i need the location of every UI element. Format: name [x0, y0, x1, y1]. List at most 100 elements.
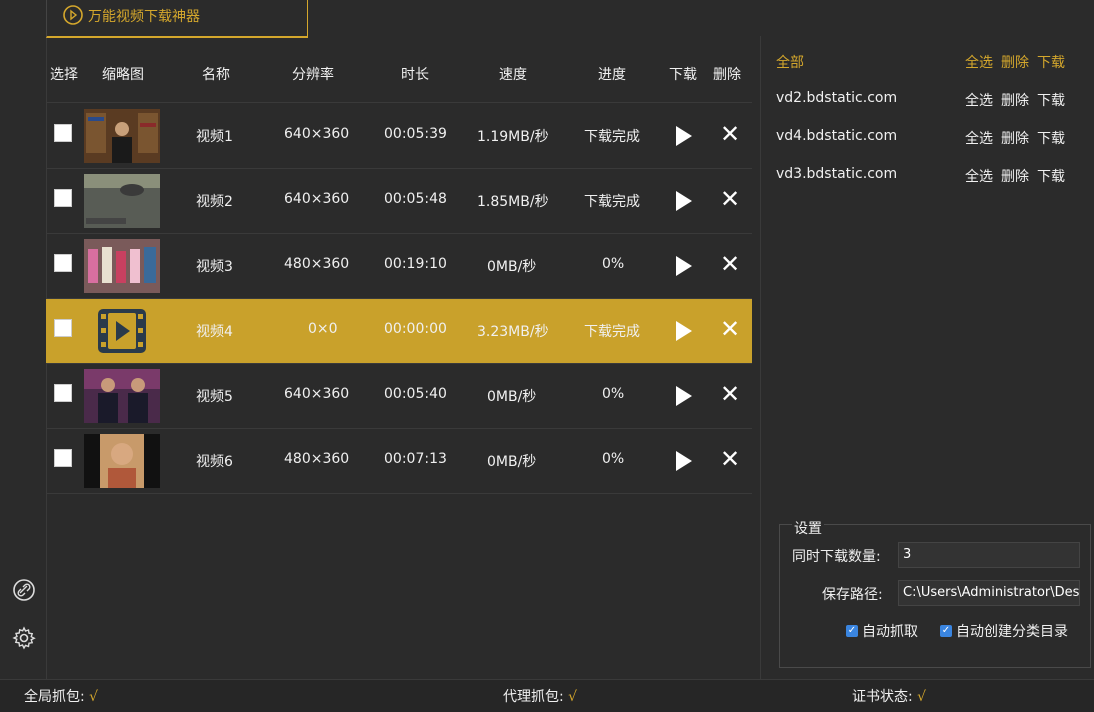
- delete-button[interactable]: 删除: [1001, 169, 1029, 185]
- cert-value: √: [917, 689, 927, 705]
- video-name: 视频4: [196, 324, 233, 340]
- host-item[interactable]: vd2.bdstatic.com: [776, 90, 897, 106]
- row-checkbox[interactable]: [54, 384, 72, 402]
- global-capture-value: √: [89, 689, 99, 705]
- host-item[interactable]: vd4.bdstatic.com: [776, 128, 897, 144]
- video-speed: 0MB/秒: [487, 389, 537, 405]
- video-duration: 00:05:40: [384, 386, 447, 402]
- row-checkbox[interactable]: [54, 319, 72, 337]
- video-name: 视频2: [196, 194, 233, 210]
- header-resolution: 分辨率: [292, 67, 334, 83]
- proxy-capture-value: √: [568, 689, 578, 705]
- video-name: 视频3: [196, 259, 233, 275]
- video-resolution: 640×360: [284, 386, 350, 402]
- video-duration: 00:07:13: [384, 451, 447, 467]
- download-button[interactable]: 下载: [1037, 131, 1065, 147]
- video-thumbnail: [84, 109, 160, 163]
- table-row[interactable]: 视频5 640×360 00:05:40 0MB/秒 0% ✕: [46, 364, 752, 429]
- close-icon[interactable]: ✕: [718, 122, 742, 146]
- video-resolution: 480×360: [284, 256, 350, 272]
- download-button[interactable]: 下载: [1037, 169, 1065, 185]
- cert-status: 证书状态: √: [852, 686, 926, 706]
- video-speed: 0MB/秒: [487, 259, 537, 275]
- play-icon[interactable]: [676, 451, 692, 471]
- select-all-button[interactable]: 全选: [965, 131, 993, 147]
- delete-button[interactable]: 删除: [1001, 93, 1029, 109]
- video-duration: 00:05:48: [384, 191, 447, 207]
- header-name: 名称: [202, 67, 230, 83]
- play-icon[interactable]: [676, 386, 692, 406]
- save-path-input[interactable]: C:\Users\Administrator\Des: [898, 580, 1080, 606]
- select-all-button[interactable]: 全选: [965, 93, 993, 109]
- table-row[interactable]: 视频3 480×360 00:19:10 0MB/秒 0% ✕: [46, 234, 752, 299]
- host-actions: 全选 删除 下载: [965, 128, 1073, 148]
- video-thumbnail: [84, 174, 160, 228]
- video-resolution: 480×360: [284, 451, 350, 467]
- video-progress: 0%: [602, 386, 625, 402]
- host-item[interactable]: vd3.bdstatic.com: [776, 166, 897, 182]
- settings-title: 设置: [792, 518, 824, 538]
- video-thumbnail: [84, 369, 160, 423]
- video-progress: 0%: [602, 451, 625, 467]
- close-icon[interactable]: ✕: [718, 187, 742, 211]
- close-icon[interactable]: ✕: [718, 317, 742, 341]
- auto-capture-label: 自动抓取: [862, 624, 918, 640]
- video-thumbnail: [84, 434, 160, 488]
- table-row[interactable]: 视频2 640×360 00:05:48 1.85MB/秒 下载完成 ✕: [46, 169, 752, 234]
- download-button[interactable]: 下载: [1037, 93, 1065, 109]
- video-name: 视频1: [196, 129, 233, 145]
- row-checkbox[interactable]: [54, 449, 72, 467]
- header-download: 下载: [669, 67, 697, 83]
- link-icon[interactable]: [12, 578, 36, 602]
- auto-folder-checkbox[interactable]: ✓: [940, 625, 952, 637]
- play-icon[interactable]: [676, 256, 692, 276]
- header-delete: 删除: [713, 67, 741, 83]
- row-checkbox[interactable]: [54, 124, 72, 142]
- table-row[interactable]: 视频1 640×360 00:05:39 1.19MB/秒 下载完成 ✕: [46, 104, 752, 169]
- header-select: 选择: [50, 67, 78, 83]
- host-all[interactable]: 全部: [776, 52, 804, 72]
- header-progress: 进度: [598, 67, 626, 83]
- close-icon[interactable]: ✕: [718, 252, 742, 276]
- video-speed: 0MB/秒: [487, 454, 537, 470]
- select-all-button[interactable]: 全选: [965, 55, 993, 71]
- video-resolution: 640×360: [284, 191, 350, 207]
- global-capture-status: 全局抓包: √: [24, 686, 98, 706]
- video-speed: 1.19MB/秒: [477, 129, 549, 145]
- video-progress: 下载完成: [584, 129, 640, 145]
- app-title: 万能视频下载神器: [88, 9, 200, 25]
- header-duration: 时长: [401, 67, 429, 83]
- play-icon[interactable]: [676, 191, 692, 211]
- video-name: 视频5: [196, 389, 233, 405]
- video-duration: 00:05:39: [384, 126, 447, 142]
- video-progress: 下载完成: [584, 194, 640, 210]
- play-icon[interactable]: [676, 126, 692, 146]
- table-header: 选择 缩略图 名称 分辨率 时长 速度 进度 下载 删除: [46, 46, 752, 103]
- cert-label: 证书状态:: [852, 689, 913, 705]
- row-checkbox[interactable]: [54, 254, 72, 272]
- table-row[interactable]: 视频6 480×360 00:07:13 0MB/秒 0% ✕: [46, 429, 752, 494]
- video-resolution: 640×360: [284, 126, 350, 142]
- proxy-capture-label: 代理抓包:: [503, 689, 564, 705]
- auto-capture-checkbox[interactable]: ✓: [846, 625, 858, 637]
- video-resolution: 0×0: [308, 321, 338, 337]
- delete-button[interactable]: 删除: [1001, 55, 1029, 71]
- row-checkbox[interactable]: [54, 189, 72, 207]
- concurrent-label: 同时下载数量:: [792, 549, 881, 565]
- proxy-capture-status: 代理抓包: √: [503, 686, 577, 706]
- play-icon[interactable]: [676, 321, 692, 341]
- close-icon[interactable]: ✕: [718, 382, 742, 406]
- video-duration: 00:19:10: [384, 256, 447, 272]
- video-speed: 3.23MB/秒: [477, 324, 549, 340]
- close-icon[interactable]: ✕: [718, 447, 742, 471]
- video-progress: 下载完成: [584, 324, 640, 340]
- table-row-selected[interactable]: 视频4 0×0 00:00:00 3.23MB/秒 下载完成 ✕: [46, 299, 752, 364]
- video-name: 视频6: [196, 454, 233, 470]
- concurrent-input[interactable]: 3: [898, 542, 1080, 568]
- download-button[interactable]: 下载: [1037, 55, 1065, 71]
- select-all-button[interactable]: 全选: [965, 169, 993, 185]
- gear-icon[interactable]: [12, 626, 36, 650]
- save-path-label: 保存路径:: [822, 587, 883, 603]
- film-icon: [84, 304, 160, 358]
- delete-button[interactable]: 删除: [1001, 131, 1029, 147]
